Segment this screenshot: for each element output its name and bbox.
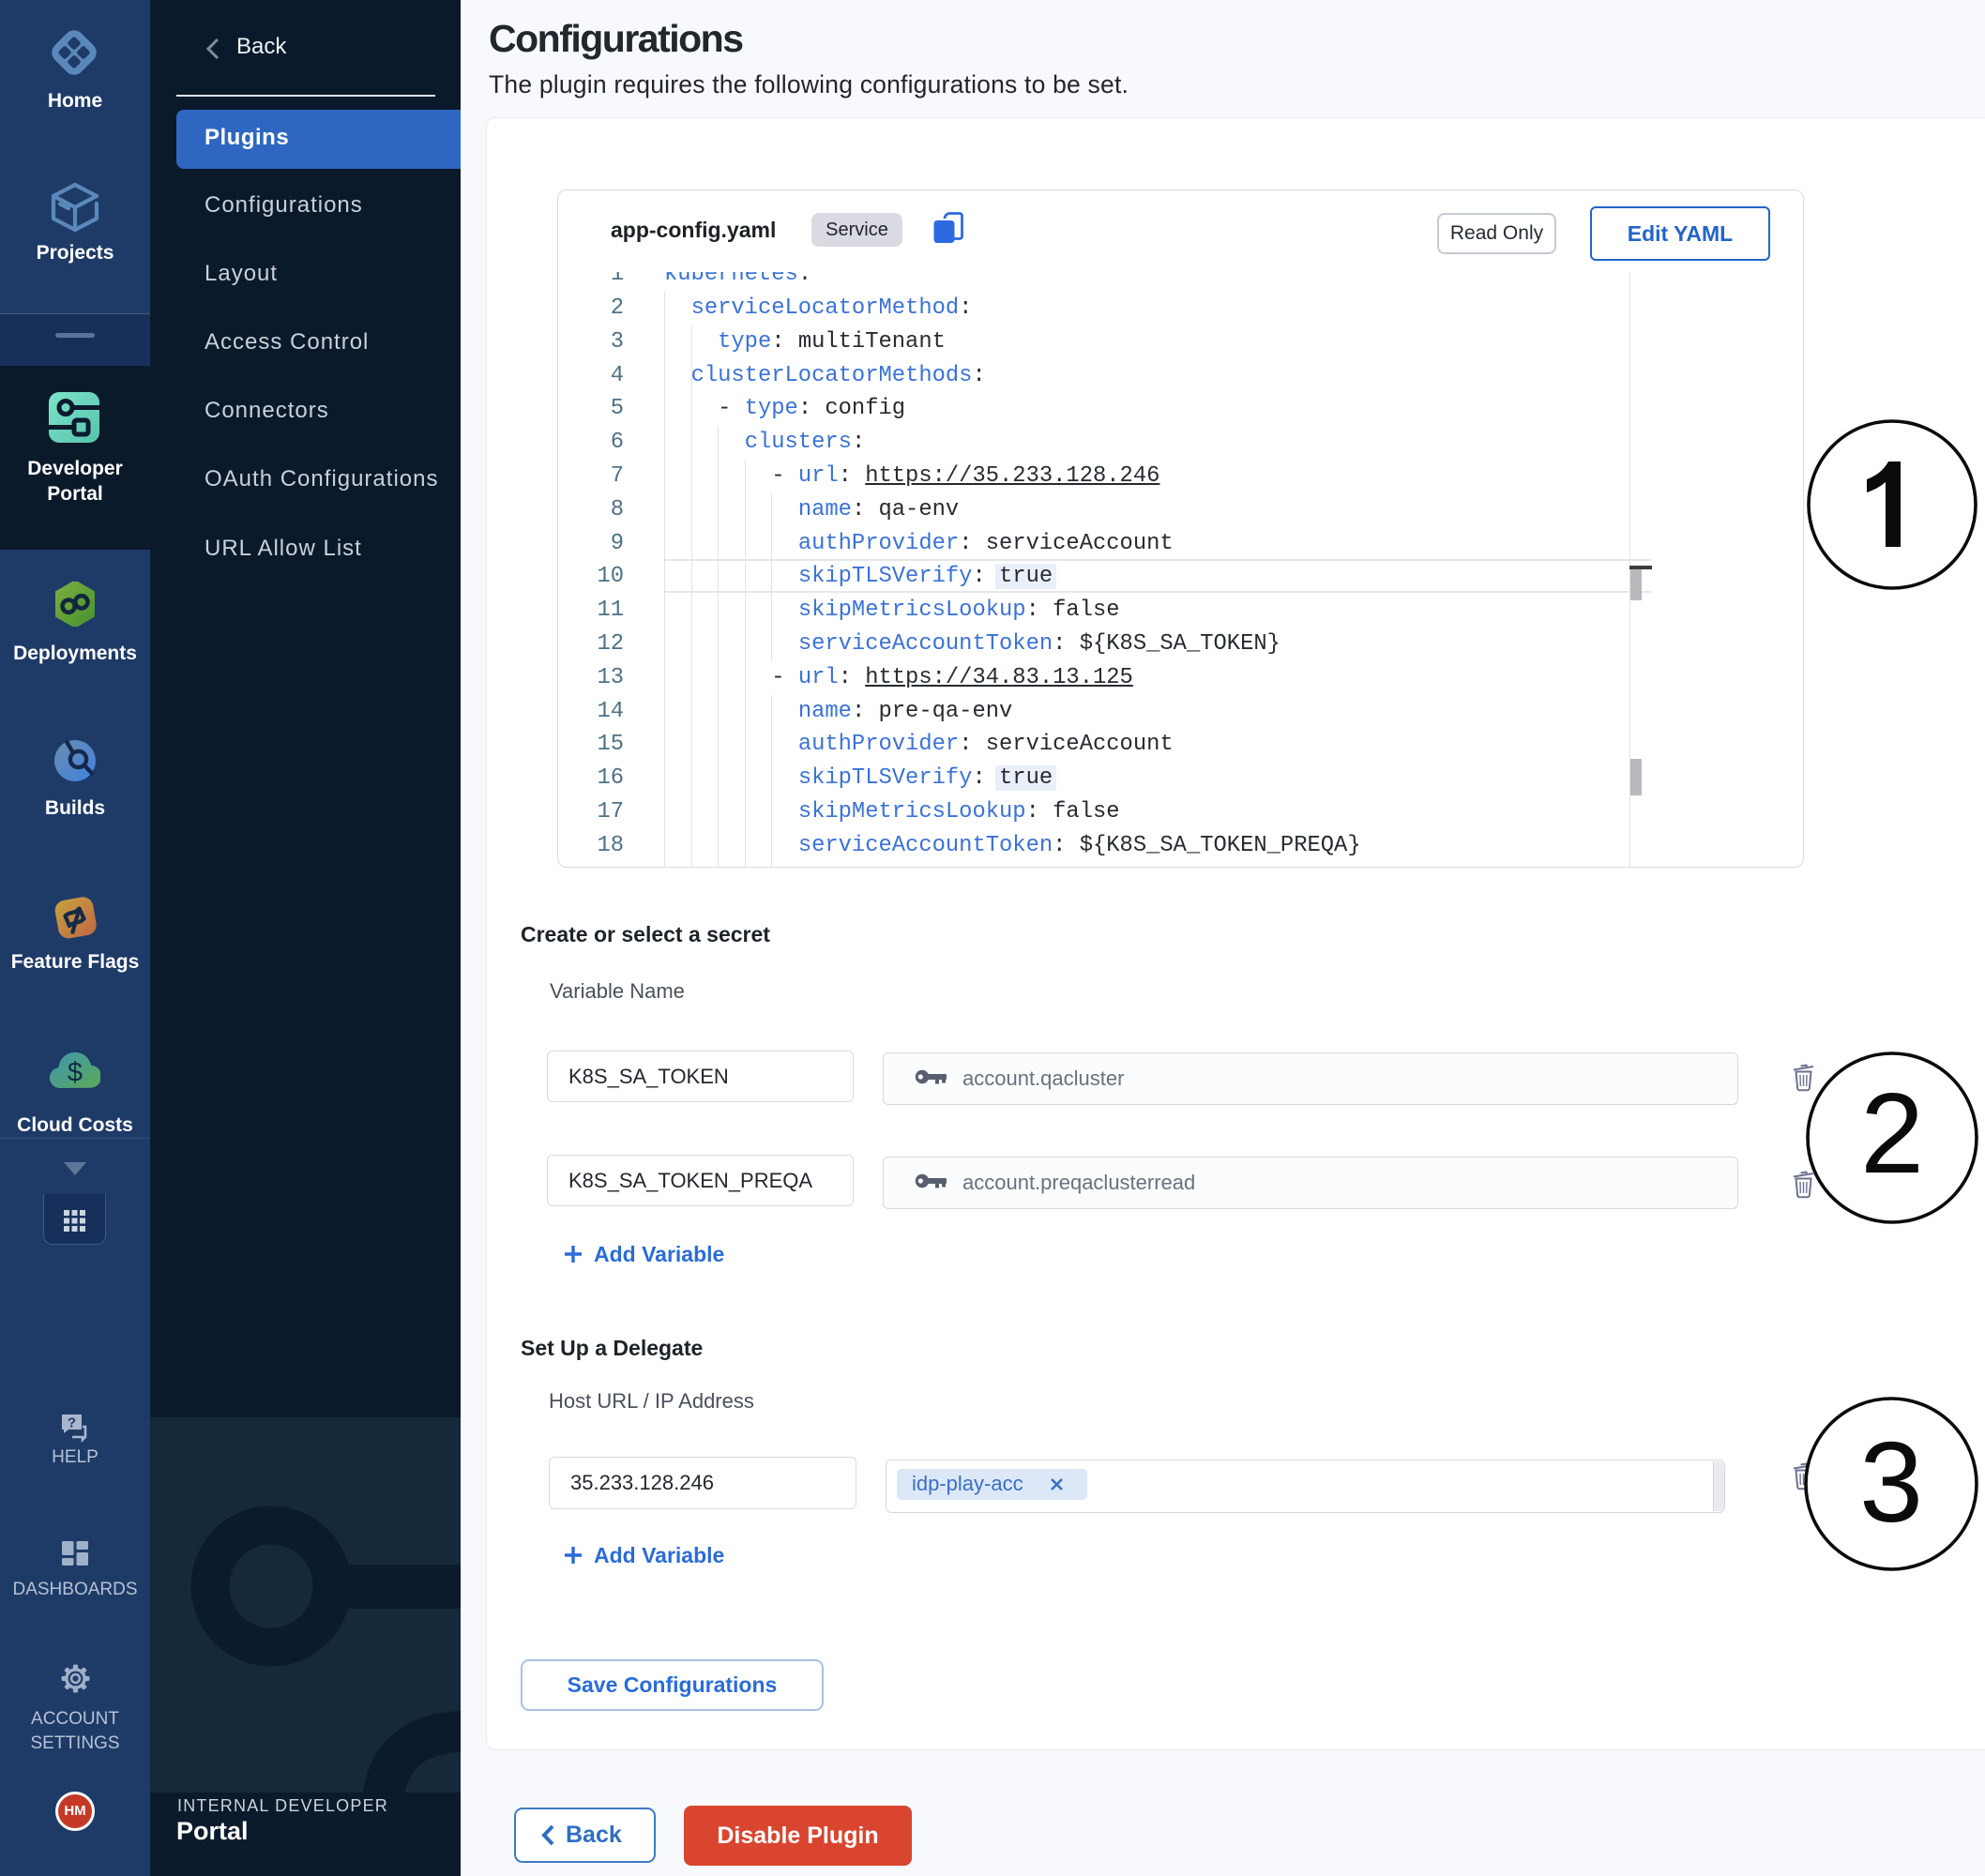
svg-text:3: 3: [1859, 1418, 1923, 1546]
svg-text:2: 2: [1860, 1069, 1924, 1197]
svg-text:?: ?: [68, 1415, 76, 1431]
svg-text:$: $: [68, 1058, 83, 1088]
